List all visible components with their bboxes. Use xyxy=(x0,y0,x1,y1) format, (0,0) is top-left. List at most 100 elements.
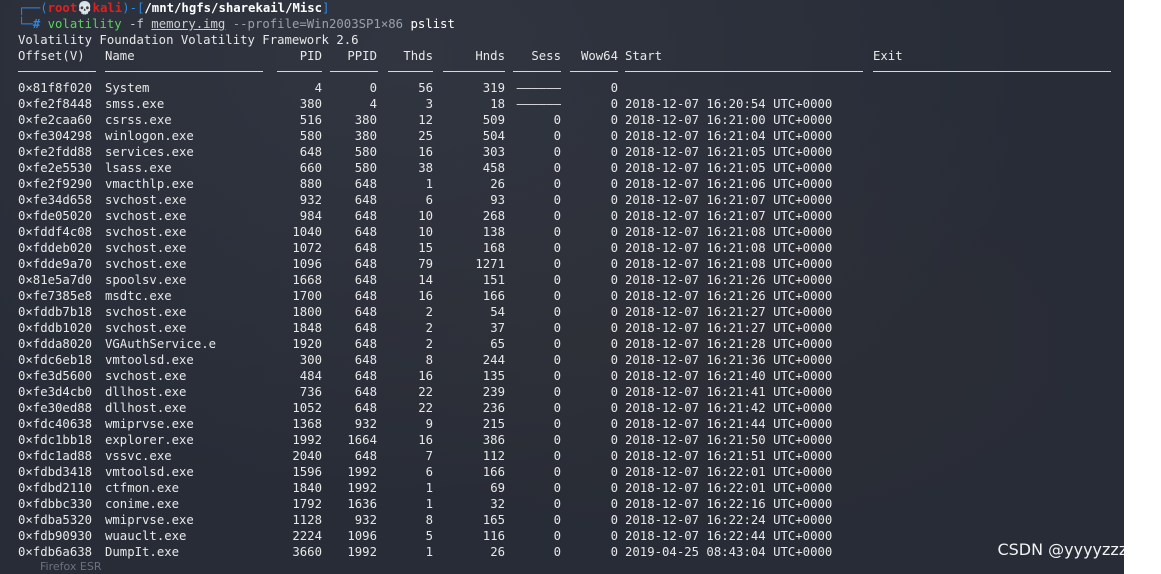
cell-ppid: 648 xyxy=(354,289,377,303)
table-row: 0×fe2caa60 csrss.exe 516 380 12 509 0 0 2018-12-… xyxy=(18,112,1118,128)
cell-ppid: 648 xyxy=(354,369,377,383)
cell-hnds: 509 xyxy=(482,113,505,127)
cell-name: lsass.exe xyxy=(105,161,172,175)
cell-pid: 2040 xyxy=(292,449,322,463)
cell-sess: 0 xyxy=(553,305,561,319)
table-row: 0×fe2e5530 lsass.exe 660 580 38 458 0 0 2018-12-… xyxy=(18,160,1118,176)
cell-thds: 1 xyxy=(425,545,433,559)
cell-wow64: 0 xyxy=(610,337,618,351)
cell-thds: 7 xyxy=(425,449,433,463)
table-row: 0×fdde9a70 svchost.exe 1096 648 79 1271 0 0 2018… xyxy=(18,256,1118,272)
cell-start: 2018-12-07 16:21:04 UTC+0000 xyxy=(625,129,833,143)
cell-hnds: 1271 xyxy=(475,257,505,271)
cell-sess: 0 xyxy=(553,449,561,463)
page-margin xyxy=(1124,0,1161,574)
cell-thds: 56 xyxy=(418,81,433,95)
cell-sess: 0 xyxy=(553,177,561,191)
cell-thds: 79 xyxy=(418,257,433,271)
cell-name: smss.exe xyxy=(105,97,165,111)
cell-wow64: 0 xyxy=(610,417,618,431)
cell-sess: —————— xyxy=(516,81,561,95)
command-line[interactable]: └─# volatility -f memory.img --profile=W… xyxy=(18,16,455,32)
cell-pid: 1668 xyxy=(292,273,322,287)
table-row: 0×fdb6a638 DumpIt.exe 3660 1992 1 26 0 0 2019-04… xyxy=(18,544,1118,560)
cell-name: svchost.exe xyxy=(105,193,187,207)
cell-name: svchost.exe xyxy=(105,209,187,223)
cell-ppid: 648 xyxy=(354,337,377,351)
cell-thds: 14 xyxy=(418,273,433,287)
cell-offset: 0×fe7385e8 xyxy=(18,289,93,303)
cell-wow64: 0 xyxy=(610,385,618,399)
cell-thds: 2 xyxy=(425,321,433,335)
cell-sess: 0 xyxy=(553,513,561,527)
cell-offset: 0×fdc1bb18 xyxy=(18,433,93,447)
cell-name: DumpIt.exe xyxy=(105,545,180,559)
table-row: 0×fdbd3418 vmtoolsd.exe 1596 1992 6 166 0 0 2018… xyxy=(18,464,1118,480)
cell-sess: 0 xyxy=(553,529,561,543)
cell-thds: 22 xyxy=(418,401,433,415)
cell-pid: 1800 xyxy=(292,305,322,319)
cell-name: vmtoolsd.exe xyxy=(105,353,194,367)
cell-offset: 0×fddeb020 xyxy=(18,241,93,255)
cell-offset: 0×fdbd3418 xyxy=(18,465,93,479)
cell-pid: 1040 xyxy=(292,225,322,239)
cell-start: 2018-12-07 16:22:44 UTC+0000 xyxy=(625,529,833,543)
cell-hnds: 69 xyxy=(490,481,505,495)
cell-wow64: 0 xyxy=(610,113,618,127)
cell-offset: 0×fdde9a70 xyxy=(18,257,93,271)
cell-pid: 1700 xyxy=(292,289,322,303)
cell-hnds: 386 xyxy=(482,433,505,447)
cell-start: 2018-12-07 16:22:01 UTC+0000 xyxy=(625,481,833,495)
cell-wow64: 0 xyxy=(610,449,618,463)
cell-ppid: 1992 xyxy=(347,545,377,559)
cell-name: svchost.exe xyxy=(105,321,187,335)
cell-pid: 1848 xyxy=(292,321,322,335)
cell-ppid: 648 xyxy=(354,449,377,463)
cell-wow64: 0 xyxy=(610,209,618,223)
cell-start: 2018-12-07 16:22:01 UTC+0000 xyxy=(625,465,833,479)
cell-pid: 380 xyxy=(299,97,322,111)
header-divider xyxy=(570,71,618,72)
cell-sess: 0 xyxy=(553,129,561,143)
cell-start: 2019-04-25 08:43:04 UTC+0000 xyxy=(625,545,833,559)
cell-start: 2018-12-07 16:21:27 UTC+0000 xyxy=(625,321,833,335)
table-row: 0×fdc6eb18 vmtoolsd.exe 300 648 8 244 0 0 2018-1… xyxy=(18,352,1118,368)
cell-thds: 38 xyxy=(418,161,433,175)
table-row: 0×fddeb020 svchost.exe 1072 648 15 168 0 0 2018-… xyxy=(18,240,1118,256)
header-divider xyxy=(513,71,561,72)
cell-start: 2018-12-07 16:21:08 UTC+0000 xyxy=(625,257,833,271)
cell-hnds: 18 xyxy=(490,97,505,111)
table-row: 0×81f8f020 System 4 0 56 319 —————— 0 xyxy=(18,80,1118,96)
terminal-window[interactable]: ┌──(root💀kali)-[/mnt/hgfs/sharekail/Misc… xyxy=(0,0,1161,574)
cell-name: services.exe xyxy=(105,145,194,159)
cell-sess: 0 xyxy=(553,497,561,511)
cell-ppid: 932 xyxy=(354,417,377,431)
cell-ppid: 580 xyxy=(354,161,377,175)
cell-offset: 0×fe2f9290 xyxy=(18,177,93,191)
cell-hnds: 138 xyxy=(482,225,505,239)
cell-start: 2018-12-07 16:21:08 UTC+0000 xyxy=(625,225,833,239)
table-row: 0×fe304298 winlogon.exe 580 380 25 504 0 0 2018-… xyxy=(18,128,1118,144)
cell-thds: 1 xyxy=(425,497,433,511)
table-row: 0×fddf4c08 svchost.exe 1040 648 10 138 0 0 2018-… xyxy=(18,224,1118,240)
header-pid: PID xyxy=(299,49,322,63)
cell-name: svchost.exe xyxy=(105,369,187,383)
cell-wow64: 0 xyxy=(610,353,618,367)
cell-offset: 0×fddb1020 xyxy=(18,321,93,335)
command-profile: --profile=Win2003SP1×86 xyxy=(232,17,404,31)
cell-wow64: 0 xyxy=(610,401,618,415)
cell-pid: 736 xyxy=(299,385,322,399)
cell-hnds: 112 xyxy=(482,449,505,463)
cell-start: 2018-12-07 16:21:41 UTC+0000 xyxy=(625,385,833,399)
cell-thds: 1 xyxy=(425,481,433,495)
cell-wow64: 0 xyxy=(610,177,618,191)
table-row: 0×fdb90930 wuauclt.exe 2224 1096 5 116 0 0 2018-… xyxy=(18,528,1118,544)
header-divider xyxy=(873,71,1111,72)
cell-pid: 1096 xyxy=(292,257,322,271)
header-sess: Sess xyxy=(531,49,561,63)
cell-hnds: 165 xyxy=(482,513,505,527)
cell-wow64: 0 xyxy=(610,225,618,239)
cell-thds: 1 xyxy=(425,177,433,191)
cell-sess: 0 xyxy=(553,369,561,383)
cell-sess: 0 xyxy=(553,161,561,175)
